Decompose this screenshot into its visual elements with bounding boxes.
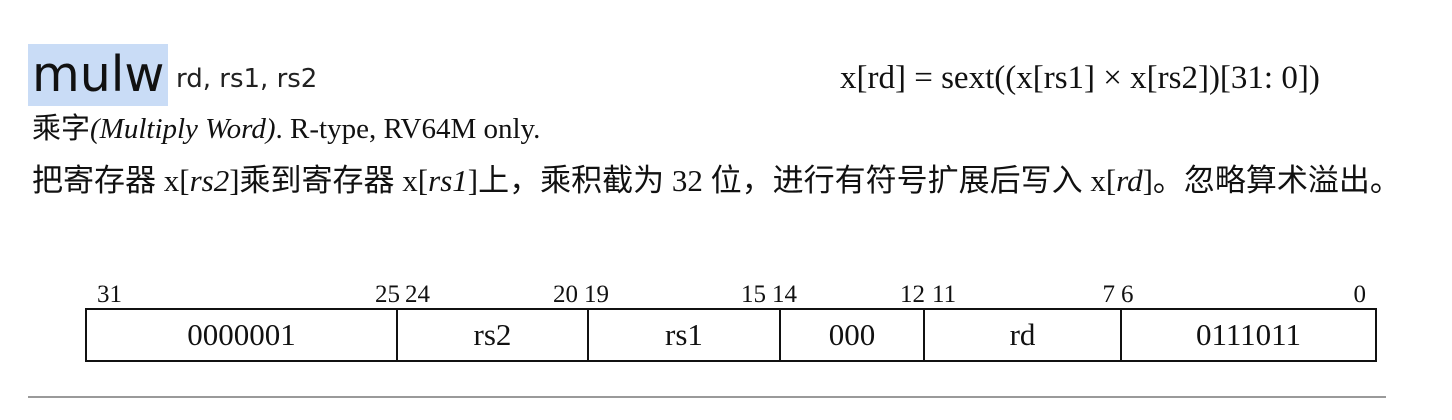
encoding-field-rs2: rs2 xyxy=(398,310,589,360)
desc-part-3: ]上，乘积截为 32 位，进行有符号扩展后写入 x[ xyxy=(467,163,1117,198)
desc-part-1: 把寄存器 x[ xyxy=(32,163,190,198)
instruction-encoding-table: 0000001 rs2 rs1 000 rd 0111011 xyxy=(85,308,1377,362)
bit-label-0: 0 xyxy=(1353,281,1367,308)
instruction-en-name: (Multiply Word) xyxy=(90,113,276,145)
bit-label-31: 31 xyxy=(97,281,122,308)
desc-reg-rd: rd xyxy=(1116,163,1143,198)
bit-label-24: 24 xyxy=(405,281,430,308)
instruction-formula: x[rd] = sext((x[rs1] × x[rs2])[31: 0]) xyxy=(840,60,1320,96)
encoding-field-opcode: 0111011 xyxy=(1195,317,1302,352)
bit-label-14: 14 xyxy=(772,281,797,308)
instruction-description: 把寄存器 x[rs2]乘到寄存器 x[rs1]上，乘积截为 32 位，进行有符号… xyxy=(32,154,1442,208)
encoding-field-rs1: rs1 xyxy=(589,310,781,360)
encoding-field-funct3: 000 xyxy=(781,310,925,360)
encoding-field-funct7: 0000001 xyxy=(87,310,398,360)
desc-part-4: ]。忽略算术溢出。 xyxy=(1142,163,1401,198)
desc-reg-rs2: rs2 xyxy=(189,163,230,198)
encoding-field-rd: rd xyxy=(925,310,1122,360)
instruction-type-info: . R-type, RV64M only. xyxy=(275,113,541,145)
bit-label-6: 6 xyxy=(1121,281,1134,308)
instruction-operands: rd, rs1, rs2 xyxy=(176,64,318,94)
bit-label-19: 19 xyxy=(584,281,609,308)
section-divider xyxy=(28,396,1386,398)
bit-label-11: 11 xyxy=(932,281,957,308)
desc-reg-rs1: rs1 xyxy=(428,163,468,198)
bit-label-15: 15 xyxy=(741,281,766,308)
instruction-subtitle: 乘字(Multiply Word). R-type, RV64M only. xyxy=(32,110,540,148)
instruction-mnemonic: mulw xyxy=(28,44,169,106)
bit-label-25: 25 xyxy=(375,281,400,308)
instruction-cn-name: 乘字 xyxy=(32,113,91,145)
bit-label-20: 20 xyxy=(553,281,578,308)
bit-label-12: 12 xyxy=(900,281,925,308)
bit-label-7: 7 xyxy=(1102,281,1116,308)
desc-part-2: ]乘到寄存器 x[ xyxy=(229,163,429,198)
